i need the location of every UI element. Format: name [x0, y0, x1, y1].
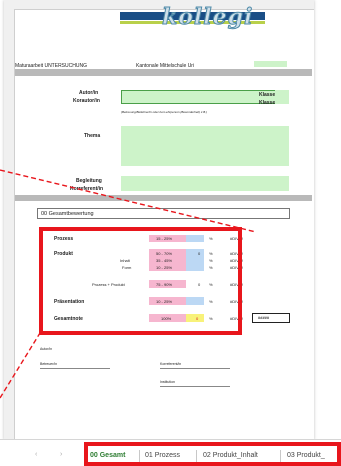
highlight-frame-tabs — [84, 442, 341, 466]
tab-scroll-left-icon[interactable]: ‹ — [35, 451, 37, 458]
pointer-lines — [0, 169, 257, 442]
tab-scroll-right-icon[interactable]: › — [60, 451, 62, 458]
sheet-tab-bar: ‹ › 00 Gesamt 01 Prozess 02 Produkt_Inha… — [0, 439, 341, 466]
